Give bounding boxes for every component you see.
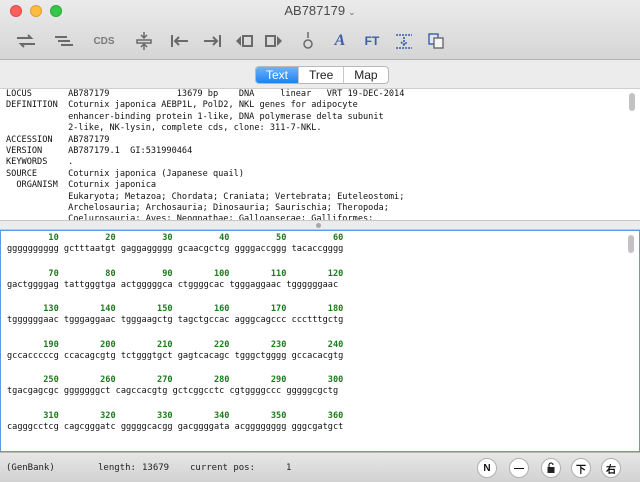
format-icon[interactable]	[390, 28, 418, 54]
down-button[interactable]: 下	[571, 458, 591, 478]
sequence-pane[interactable]: 10 20 30 40 50 60 gggggggggg gctttaatgt g…	[0, 230, 640, 452]
sequence-bases: tggggggaac tgggaggaac tgggaagctg tagctgc…	[7, 315, 344, 325]
sequence-row: 250 260 270 280 290 300 tgacgagcgc gggggg…	[7, 375, 343, 397]
format-label: (GenBank)	[6, 463, 55, 473]
ft-button[interactable]: FT	[358, 28, 386, 54]
align-lines-icon[interactable]	[50, 28, 78, 54]
view-switcher: Text Tree Map	[255, 66, 389, 84]
sequence-row: 10 20 30 40 50 60 gggggggggg gctttaatgt g…	[7, 233, 343, 255]
window-title[interactable]: AB787179 ⌄	[0, 3, 640, 18]
dash-button[interactable]: —	[509, 458, 529, 478]
sequence-row: 310 320 330 340 350 360 cagggcctcg cagcgg…	[7, 411, 343, 433]
right-button[interactable]: 右	[601, 458, 621, 478]
go-end-icon[interactable]	[198, 28, 226, 54]
lock-button[interactable]	[541, 458, 561, 478]
position-numbers: 70 80 90 100 110 120	[7, 268, 344, 279]
go-start-icon[interactable]	[166, 28, 194, 54]
sequence-bases: gactggggag tattgggtga actgggggca ctggggc…	[7, 279, 339, 290]
tab-tree[interactable]: Tree	[298, 67, 343, 83]
genbank-record-text: LOCUS AB787179 13679 bp DNA linear VRT 1…	[6, 89, 404, 220]
sequence-bases: tgacgagcgc gggggggct cagccacgtg gctcggcc…	[7, 386, 339, 396]
n-button[interactable]: N	[477, 458, 497, 478]
status-bar: (GenBank) length: 13679 current pos: 1 N…	[0, 452, 640, 482]
record-line: SOURCE Coturnix japonica (Japanese quail…	[6, 168, 244, 179]
toolbar: CDS A FT	[0, 26, 640, 56]
record-text-pane[interactable]: LOCUS AB787179 13679 bp DNA linear VRT 1…	[0, 88, 640, 220]
record-scrollbar[interactable]	[629, 93, 635, 111]
position-numbers: 10 20 30 40 50 60	[7, 233, 344, 243]
font-icon[interactable]: A	[326, 28, 354, 54]
position-label: current pos:	[190, 463, 256, 473]
splitter-handle-icon[interactable]	[316, 223, 321, 228]
record-line: Eukaryota; Metazoa; Chordata; Craniata; …	[68, 191, 405, 202]
position-numbers: 310 320 330 340 350 360	[7, 410, 344, 421]
record-line: VERSION AB787179.1 GI:531990464	[6, 146, 193, 157]
copy-icon[interactable]	[422, 28, 450, 54]
tab-text[interactable]: Text	[256, 67, 299, 83]
select-left-icon[interactable]	[230, 28, 258, 54]
select-right-icon[interactable]	[260, 28, 288, 54]
swap-icon[interactable]	[12, 28, 40, 54]
sequence-row: 130 140 150 160 170 180 tggggggaac tgggag…	[7, 304, 343, 326]
record-line: enhancer-binding protein 1-like, DNA pol…	[68, 111, 384, 122]
insert-icon[interactable]	[130, 28, 158, 54]
sequence-row: 70 80 90 100 110 120 gactggggag tattgggtg…	[7, 269, 343, 291]
view-switcher-bar: Text Tree Map	[0, 60, 640, 88]
sequence-row: 190 200 210 220 230 240 gccacccccg ccacag…	[7, 340, 343, 362]
title-bar: AB787179 ⌄ CDS A FT	[0, 0, 640, 60]
origin-icon[interactable]	[294, 28, 322, 54]
record-line: KEYWORDS .	[6, 157, 74, 168]
tab-map[interactable]: Map	[343, 67, 387, 83]
position-numbers: 250 260 270 280 290 300	[7, 375, 344, 385]
pane-splitter[interactable]	[0, 220, 640, 230]
record-line: 2-like, NK-lysin, complete cds, clone: 3…	[68, 123, 322, 134]
cds-button[interactable]: CDS	[90, 28, 118, 54]
record-line: ORGANISM Coturnix japonica	[16, 180, 157, 191]
sequence-scrollbar[interactable]	[628, 235, 634, 253]
window-title-text: AB787179	[284, 3, 346, 18]
position-value: 1	[286, 463, 292, 473]
chevron-down-icon: ⌄	[348, 7, 356, 17]
sequence-bases: gggggggggg gctttaatgt gaggaggggg gcaacgc…	[7, 244, 344, 254]
app-window: AB787179 ⌄ CDS A FT Text Tree Map LOCUS …	[0, 0, 640, 482]
length-label: length:	[98, 463, 136, 473]
position-numbers: 130 140 150 160 170 180	[7, 304, 344, 314]
position-numbers: 190 200 210 220 230 240	[7, 339, 344, 350]
record-line: Archelosauria; Archosauria; Dinosauria; …	[68, 203, 389, 214]
sequence-bases: cagggcctcg cagcgggatc gggggcacgg gacgggg…	[7, 421, 344, 432]
length-value: 13679	[142, 463, 170, 473]
record-line: DEFINITION Coturnix japonica AEBP1L, Pol…	[6, 100, 358, 111]
record-line: LOCUS AB787179 13679 bp DNA linear VRT 1…	[6, 89, 405, 99]
sequence-bases: gccacccccg ccacagcgtg tctgggtgct gagtcac…	[7, 350, 344, 361]
lock-icon	[547, 462, 555, 473]
record-line: ACCESSION AB787179	[6, 134, 110, 145]
